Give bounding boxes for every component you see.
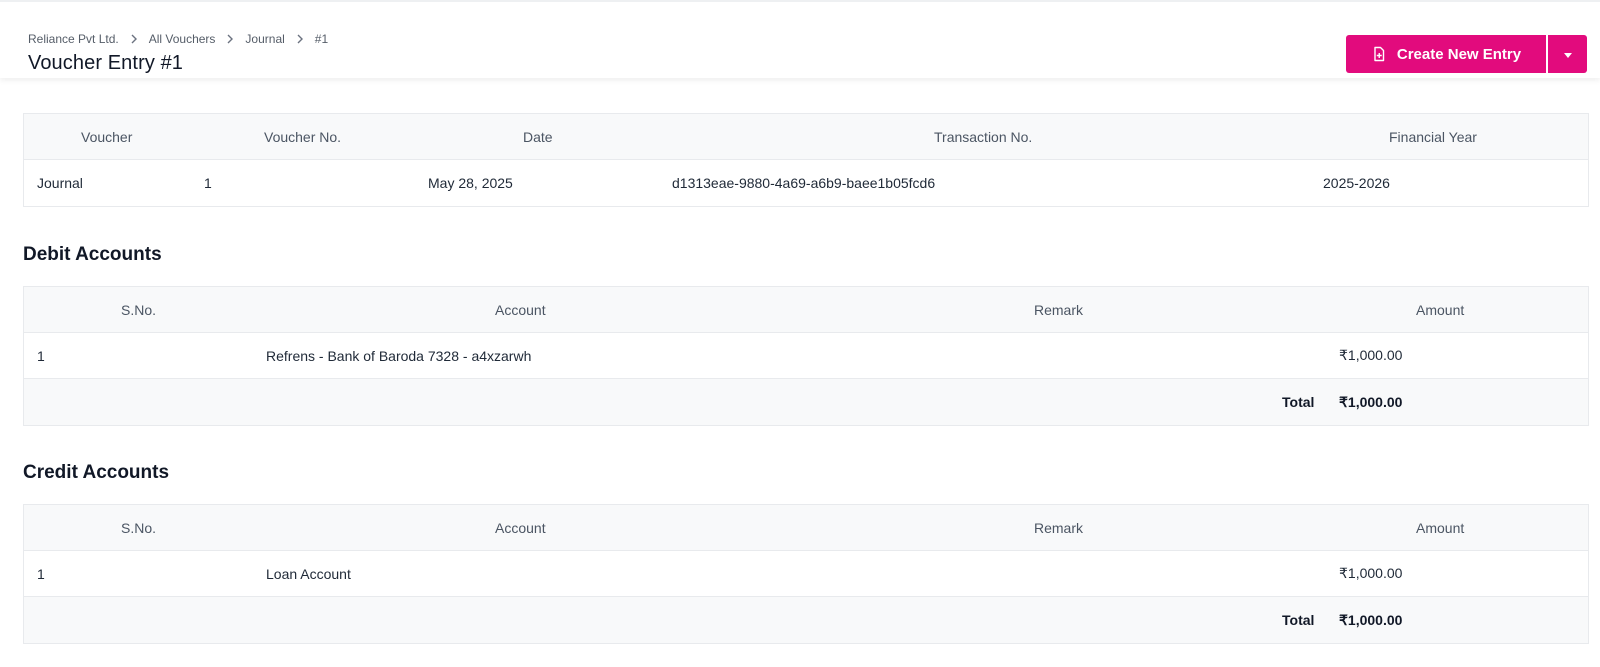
breadcrumb-current: #1: [314, 32, 329, 46]
column-header-sno: S.No.: [121, 301, 157, 318]
chevron-right-icon: [285, 31, 315, 47]
total-row: Total ₹1,000.00: [24, 597, 1588, 643]
credit-accounts-title: Credit Accounts: [23, 462, 170, 483]
debit-accounts-title: Debit Accounts: [23, 244, 162, 265]
voucher-info-table: Voucher Voucher No. Date Transaction No.…: [23, 113, 1589, 207]
column-header-account: Account: [495, 519, 546, 536]
voucher-number: 1: [204, 175, 212, 191]
row-sno: 1: [37, 347, 45, 364]
column-header-sno: S.No.: [121, 519, 157, 536]
create-options-dropdown-button[interactable]: [1548, 35, 1587, 73]
breadcrumb: Reliance Pvt Ltd. All Vouchers Journal #…: [28, 31, 328, 47]
voucher-date: May 28, 2025: [428, 175, 513, 191]
caret-down-icon: [1563, 45, 1572, 63]
create-entry-button-group: Create New Entry: [1346, 35, 1587, 73]
page-header: Reliance Pvt Ltd. All Vouchers Journal #…: [0, 0, 1600, 78]
breadcrumb-journal[interactable]: Journal: [245, 32, 284, 46]
voucher-type: Journal: [37, 175, 83, 191]
table-row: 1 Refrens - Bank of Baroda 7328 - a4xzar…: [24, 333, 1588, 379]
create-new-entry-label: Create New Entry: [1396, 45, 1522, 63]
credit-accounts-table: S.No. Account Remark Amount 1 Loan Accou…: [23, 504, 1589, 644]
column-header-account: Account: [495, 301, 546, 318]
chevron-right-icon: [119, 31, 149, 47]
column-header-amount: Amount: [1416, 519, 1465, 536]
column-header-amount: Amount: [1416, 301, 1465, 318]
total-row: Total ₹1,000.00: [24, 379, 1588, 425]
total-label: Total: [1282, 394, 1315, 410]
column-header-transaction-no: Transaction No.: [934, 128, 1033, 145]
total-amount: ₹1,000.00: [1339, 611, 1403, 628]
financial-year: 2025-2026: [1323, 175, 1390, 191]
file-add-icon: [1371, 46, 1387, 62]
table-header-row: S.No. Account Remark Amount: [24, 505, 1588, 551]
column-header-voucher-no: Voucher No.: [264, 128, 342, 145]
page-title: Voucher Entry #1: [28, 52, 184, 74]
table-row: 1 Loan Account ₹1,000.00: [24, 551, 1588, 597]
column-header-date: Date: [523, 128, 553, 145]
row-amount: ₹1,000.00: [1339, 565, 1403, 581]
column-header-financial-year: Financial Year: [1389, 128, 1477, 145]
table-row: Journal 1 May 28, 2025 d1313eae-9880-4a6…: [24, 160, 1588, 206]
chevron-right-icon: [215, 31, 245, 47]
debit-accounts-table: S.No. Account Remark Amount 1 Refrens - …: [23, 286, 1589, 426]
total-label: Total: [1282, 612, 1315, 628]
column-header-voucher: Voucher: [81, 128, 133, 145]
table-header-row: S.No. Account Remark Amount: [24, 287, 1588, 333]
row-account: Refrens - Bank of Baroda 7328 - a4xzarwh: [266, 347, 532, 364]
column-header-remark: Remark: [1034, 301, 1084, 318]
column-header-remark: Remark: [1034, 519, 1084, 536]
breadcrumb-company[interactable]: Reliance Pvt Ltd.: [28, 32, 119, 46]
transaction-number: d1313eae-9880-4a69-a6b9-baee1b05fcd6: [672, 175, 936, 191]
row-amount: ₹1,000.00: [1339, 347, 1403, 363]
breadcrumb-all-vouchers[interactable]: All Vouchers: [149, 32, 216, 46]
create-new-entry-button[interactable]: Create New Entry: [1346, 35, 1546, 73]
table-header-row: Voucher Voucher No. Date Transaction No.…: [24, 114, 1588, 160]
row-sno: 1: [37, 565, 45, 582]
total-amount: ₹1,000.00: [1339, 393, 1403, 410]
row-account: Loan Account: [266, 565, 351, 582]
